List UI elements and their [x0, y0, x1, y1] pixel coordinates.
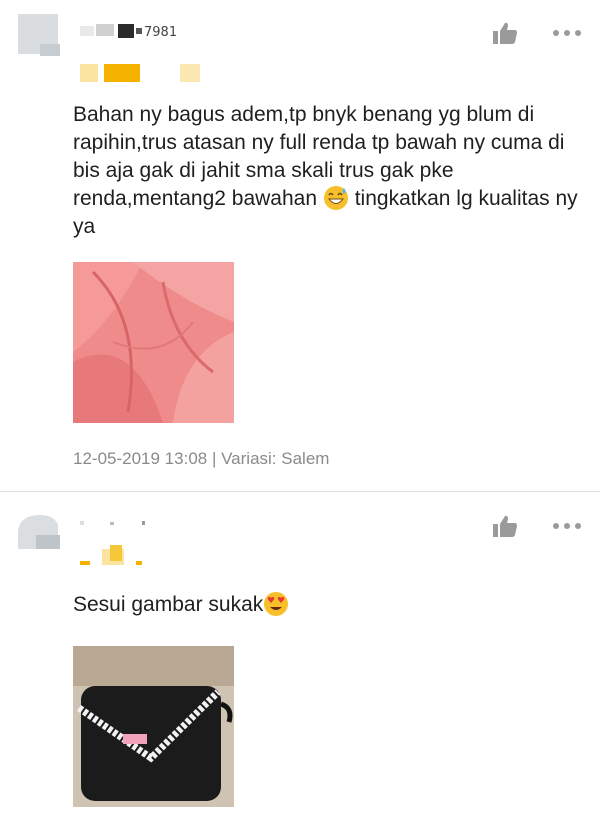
thumbs-up-icon[interactable] [492, 21, 518, 45]
username-censored [80, 521, 145, 525]
review-date: 12-05-2019 13:08 [73, 449, 208, 468]
review-comment: Sesui gambar sukak [73, 591, 588, 619]
svg-text:7981: 7981 [144, 25, 177, 38]
review-divider [0, 491, 600, 492]
review-variation: Variasi: Salem [221, 449, 330, 468]
grinning-sweat-emoji [323, 186, 348, 210]
avatar[interactable] [18, 14, 62, 58]
meta-separator: | [207, 449, 222, 468]
username-censored: 7981 [80, 24, 177, 38]
rating-stars [80, 545, 142, 565]
avatar[interactable] [18, 509, 62, 553]
comment-text: Sesui gambar sukak [73, 593, 264, 616]
rating-stars [80, 64, 200, 82]
heart-eyes-emoji [264, 592, 289, 616]
review-comment: Bahan ny bagus adem,tp bnyk benang yg bl… [73, 101, 588, 241]
review-item: 7981 Bahan ny bagus adem,tp bnyk benang … [0, 0, 600, 492]
more-options-icon[interactable] [552, 522, 582, 530]
more-options-icon[interactable] [552, 29, 582, 37]
black-pouch-with-lace-photo[interactable] [73, 646, 234, 807]
thumbs-up-icon[interactable] [492, 514, 518, 538]
review-meta: 12-05-2019 13:08 | Variasi: Salem [73, 449, 329, 469]
pink-fabric-photo[interactable] [73, 262, 234, 423]
review-item: Sesui gambar sukak [0, 493, 600, 825]
